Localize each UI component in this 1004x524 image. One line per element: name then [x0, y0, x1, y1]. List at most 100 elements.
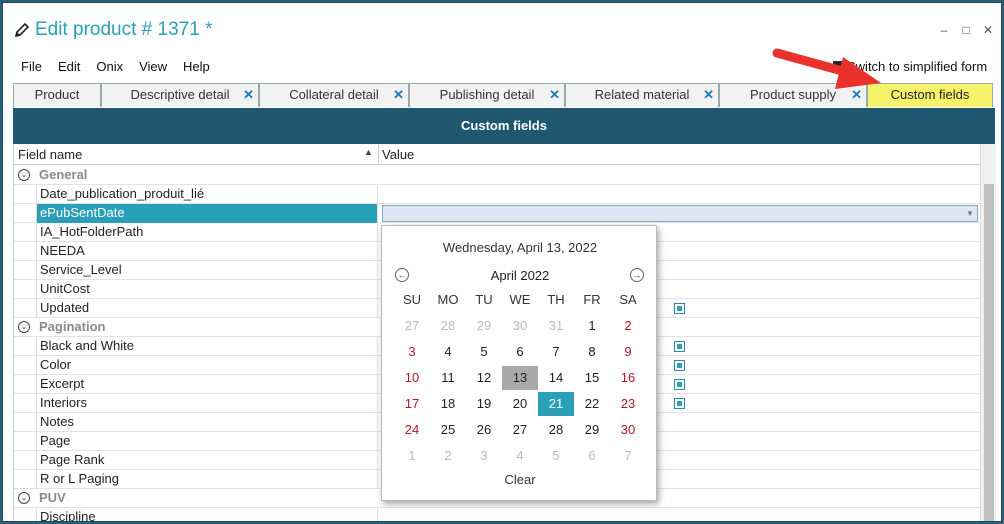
minimize-button[interactable]: –	[937, 23, 951, 37]
calendar-day[interactable]: 30	[502, 314, 538, 338]
maximize-button[interactable]: □	[959, 23, 973, 37]
close-window-button[interactable]: ✕	[981, 23, 995, 37]
calendar-day[interactable]: 5	[538, 444, 574, 468]
vertical-scrollbar[interactable]	[980, 144, 996, 521]
group-label[interactable]: Pagination	[36, 318, 378, 337]
field-name-cell[interactable]: UnitCost	[36, 280, 378, 299]
calendar-day[interactable]: 11	[430, 366, 466, 390]
menu-file[interactable]: File	[13, 58, 50, 76]
calendar-day[interactable]: 4	[430, 340, 466, 364]
calendar-day[interactable]: 31	[538, 314, 574, 338]
field-name-cell[interactable]: R or L Paging	[36, 470, 378, 489]
calendar-day[interactable]: 3	[394, 340, 430, 364]
group-label[interactable]: General	[36, 166, 378, 185]
calendar-day[interactable]: 29	[466, 314, 502, 338]
calendar-day[interactable]: 30	[610, 418, 646, 442]
field-name-cell[interactable]: Discipline	[36, 508, 378, 521]
column-header-field-name[interactable]: Field name	[18, 147, 82, 162]
calendar-day[interactable]: 25	[430, 418, 466, 442]
calendar-day[interactable]: 12	[466, 366, 502, 390]
calendar-day-today[interactable]: 13	[502, 366, 538, 390]
menu-edit[interactable]: Edit	[50, 58, 88, 76]
calendar-day[interactable]: 27	[394, 314, 430, 338]
calendar-day[interactable]: 3	[466, 444, 502, 468]
calendar-day-selected[interactable]: 21	[538, 392, 574, 416]
collapse-group-icon[interactable]: ⌄	[18, 492, 30, 504]
tab-product[interactable]: Product	[13, 83, 101, 107]
calendar-day[interactable]: 14	[538, 366, 574, 390]
column-divider[interactable]	[378, 144, 379, 165]
field-name-cell[interactable]: Notes	[36, 413, 378, 432]
next-month-icon[interactable]: →	[630, 268, 644, 282]
previous-month-icon[interactable]: ←	[395, 268, 409, 282]
close-tab-icon[interactable]: ✕	[243, 84, 254, 106]
calendar-day[interactable]: 6	[502, 340, 538, 364]
date-value-input[interactable]: ▼	[382, 205, 978, 222]
calendar-day[interactable]: 29	[574, 418, 610, 442]
calendar-today-label[interactable]: Wednesday, April 13, 2022	[382, 240, 658, 255]
checkbox[interactable]	[674, 379, 685, 390]
calendar-day[interactable]: 1	[394, 444, 430, 468]
calendar-day[interactable]: 28	[430, 314, 466, 338]
close-tab-icon[interactable]: ✕	[393, 84, 404, 106]
checkbox[interactable]	[674, 341, 685, 352]
field-name-cell[interactable]: Color	[36, 356, 378, 375]
calendar-day[interactable]: 27	[502, 418, 538, 442]
menu-view[interactable]: View	[131, 58, 175, 76]
group-label[interactable]: PUV	[36, 489, 378, 508]
calendar-day[interactable]: 23	[610, 392, 646, 416]
column-header-value[interactable]: Value	[382, 147, 414, 162]
calendar-day[interactable]: 7	[538, 340, 574, 364]
calendar-day[interactable]: 2	[610, 314, 646, 338]
field-name-cell[interactable]: Page	[36, 432, 378, 451]
calendar-day[interactable]: 15	[574, 366, 610, 390]
calendar-day[interactable]: 22	[574, 392, 610, 416]
field-name-cell[interactable]: Updated	[36, 299, 378, 318]
calendar-day[interactable]: 18	[430, 392, 466, 416]
calendar-day[interactable]: 4	[502, 444, 538, 468]
calendar-day[interactable]: 17	[394, 392, 430, 416]
calendar-day[interactable]: 6	[574, 444, 610, 468]
value-cell[interactable]	[378, 185, 980, 204]
checkbox[interactable]	[674, 398, 685, 409]
checkbox[interactable]	[674, 360, 685, 371]
menu-help[interactable]: Help	[175, 58, 218, 76]
calendar-clear-button[interactable]: Clear	[382, 472, 658, 487]
menu-onix[interactable]: Onix	[88, 58, 131, 76]
calendar-day[interactable]: 1	[574, 314, 610, 338]
calendar-day[interactable]: 5	[466, 340, 502, 364]
collapse-group-icon[interactable]: ⌄	[18, 321, 30, 333]
calendar-day[interactable]: 10	[394, 366, 430, 390]
tab-publishing-detail[interactable]: Publishing detail ✕	[409, 83, 565, 107]
calendar-day[interactable]: 9	[610, 340, 646, 364]
calendar-day[interactable]: 24	[394, 418, 430, 442]
close-tab-icon[interactable]: ✕	[549, 84, 560, 106]
tab-collateral-detail[interactable]: Collateral detail ✕	[259, 83, 409, 107]
collapse-group-icon[interactable]: ⌄	[18, 169, 30, 181]
dropdown-arrow-icon[interactable]: ▼	[964, 207, 976, 220]
field-name-cell[interactable]: NEEDA	[36, 242, 378, 261]
group-row[interactable]: ⌄ General	[14, 166, 980, 185]
calendar-day[interactable]: 26	[466, 418, 502, 442]
calendar-day[interactable]: 7	[610, 444, 646, 468]
calendar-day[interactable]: 16	[610, 366, 646, 390]
close-tab-icon[interactable]: ✕	[703, 84, 714, 106]
value-cell[interactable]	[378, 508, 980, 521]
table-row[interactable]: ePubSentDate ▼	[14, 204, 980, 223]
tab-related-material[interactable]: Related material ✕	[565, 83, 719, 107]
calendar-day[interactable]: 19	[466, 392, 502, 416]
table-row[interactable]: Discipline	[14, 508, 980, 521]
tab-descriptive-detail[interactable]: Descriptive detail ✕	[101, 83, 259, 107]
field-name-cell[interactable]: Date_publication_produit_lié	[36, 185, 378, 204]
scrollbar-thumb[interactable]	[984, 184, 994, 521]
calendar-day[interactable]: 2	[430, 444, 466, 468]
field-name-cell[interactable]: ePubSentDate	[36, 204, 378, 223]
field-name-cell[interactable]: Interiors	[36, 394, 378, 413]
field-name-cell[interactable]: Black and White	[36, 337, 378, 356]
checkbox[interactable]	[674, 303, 685, 314]
table-row[interactable]: Date_publication_produit_lié	[14, 185, 980, 204]
calendar-day[interactable]: 20	[502, 392, 538, 416]
field-name-cell[interactable]: IA_HotFolderPath	[36, 223, 378, 242]
field-name-cell[interactable]: Page Rank	[36, 451, 378, 470]
calendar-day[interactable]: 8	[574, 340, 610, 364]
